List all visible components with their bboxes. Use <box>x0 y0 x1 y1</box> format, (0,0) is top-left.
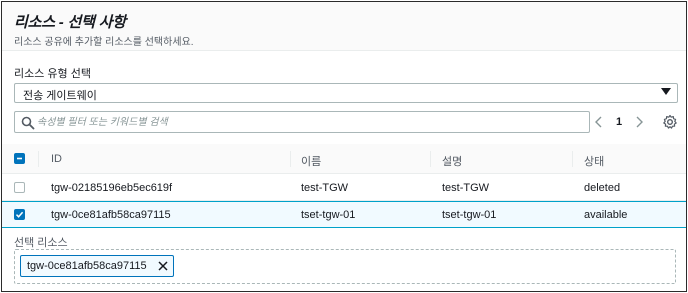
column-divider <box>290 151 291 167</box>
token-label: tgw-0ce81afb58ca97115 <box>27 260 147 272</box>
column-header-id[interactable]: ID <box>51 153 62 165</box>
panel-title: 리소스 - 선택 사항 <box>14 14 126 31</box>
cell-name: tset-tgw-01 <box>301 209 356 221</box>
table-row[interactable]: tgw-0ce81afb58ca97115 tset-tgw-01 tset-t… <box>2 201 686 228</box>
caret-down-icon <box>661 88 671 95</box>
selected-resources-section: 선택 리소스 tgw-0ce81afb58ca97115 <box>2 229 686 291</box>
chevron-left-icon[interactable] <box>592 113 606 131</box>
search-icon <box>21 116 35 130</box>
column-header-status[interactable]: 상태 <box>584 153 604 169</box>
column-divider <box>430 151 431 167</box>
cell-status: available <box>584 209 628 221</box>
selected-resources-label: 선택 리소스 <box>14 237 68 249</box>
resource-type-value: 전송 게이트웨이 <box>23 90 97 102</box>
close-icon[interactable] <box>157 260 169 272</box>
cell-id: tgw-0ce81afb58ca97115 <box>51 209 171 221</box>
minus-icon <box>17 157 22 160</box>
cell-id: tgw-02185196eb5ec619f <box>51 182 173 194</box>
column-header-name[interactable]: 이름 <box>301 153 321 169</box>
cell-name: test-TGW <box>301 182 349 194</box>
table-header: ID 이름 설명 상태 <box>2 144 686 174</box>
column-divider <box>572 151 573 167</box>
page-number[interactable]: 1 <box>616 116 622 128</box>
resource-type-label: 리소스 유형 선택 <box>14 68 91 80</box>
chevron-right-icon[interactable] <box>632 113 646 131</box>
resource-type-select[interactable]: 전송 게이트웨이 <box>14 83 678 103</box>
panel-description: 리소스 공유에 추가할 리소스를 선택하세요. <box>14 37 194 48</box>
column-header-description[interactable]: 설명 <box>442 153 462 169</box>
column-divider <box>38 151 39 167</box>
row-checkbox[interactable] <box>14 182 25 193</box>
selected-resources-box: tgw-0ce81afb58ca97115 <box>14 249 676 284</box>
cell-description: tset-tgw-01 <box>442 209 497 221</box>
table-row[interactable]: tgw-02185196eb5ec619f test-TGW test-TGW … <box>2 174 686 201</box>
cell-description: test-TGW <box>442 182 490 194</box>
row-checkbox[interactable] <box>14 209 25 220</box>
gear-icon[interactable] <box>662 114 678 130</box>
panel-header: 리소스 - 선택 사항 리소스 공유에 추가할 리소스를 선택하세요. <box>2 2 686 51</box>
search-box[interactable] <box>14 111 590 133</box>
select-all-checkbox[interactable] <box>14 153 25 164</box>
check-icon <box>15 211 24 218</box>
search-input[interactable] <box>37 114 577 130</box>
resources-panel: 리소스 - 선택 사항 리소스 공유에 추가할 리소스를 선택하세요. 리소스 … <box>1 1 687 292</box>
cell-status: deleted <box>584 182 621 194</box>
resource-token: tgw-0ce81afb58ca97115 <box>20 255 174 277</box>
